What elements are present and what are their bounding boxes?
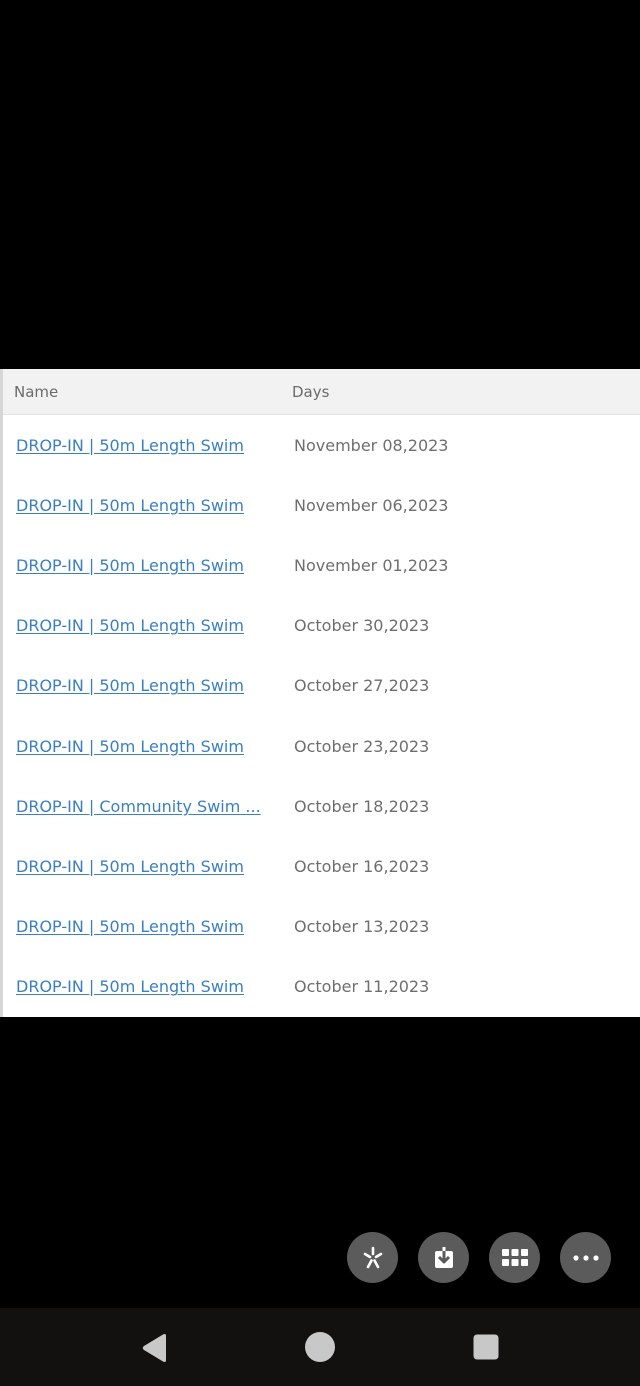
column-header-days[interactable]: Days: [292, 383, 329, 401]
name-cell: DROP-IN | 50m Length Swim: [3, 616, 294, 635]
date-cell: November 01,2023: [294, 555, 449, 575]
recents-button[interactable]: [472, 1333, 500, 1361]
activity-link[interactable]: DROP-IN | 50m Length Swim: [16, 616, 244, 635]
activity-link[interactable]: DROP-IN | 50m Length Swim: [16, 917, 244, 936]
table-row: DROP-IN | Community Swim ... October 18,…: [3, 776, 640, 836]
grid-button[interactable]: [489, 1232, 540, 1283]
table-row: DROP-IN | 50m Length Swim October 11,202…: [3, 957, 640, 1017]
activity-link[interactable]: DROP-IN | 50m Length Swim: [16, 556, 244, 575]
name-cell: DROP-IN | 50m Length Swim: [3, 857, 294, 876]
more-button[interactable]: [560, 1232, 611, 1283]
table-row: DROP-IN | 50m Length Swim October 13,202…: [3, 897, 640, 957]
name-cell: DROP-IN | 50m Length Swim: [3, 496, 294, 515]
download-icon: [434, 1246, 453, 1268]
table-header: Name Days: [3, 369, 640, 415]
floating-action-bar: [347, 1232, 611, 1283]
recents-square-icon: [473, 1334, 499, 1360]
activity-link[interactable]: DROP-IN | 50m Length Swim: [16, 977, 244, 996]
date-cell: October 16,2023: [294, 856, 430, 876]
table-row: DROP-IN | 50m Length Swim November 01,20…: [3, 535, 640, 595]
date-cell: October 23,2023: [294, 736, 430, 756]
sparkle-icon: [363, 1246, 382, 1268]
home-circle-icon: [305, 1332, 335, 1362]
table-row: DROP-IN | 50m Length Swim November 06,20…: [3, 475, 640, 535]
name-cell: DROP-IN | Community Swim ...: [3, 797, 294, 816]
date-cell: November 08,2023: [294, 435, 449, 455]
table-row: DROP-IN | 50m Length Swim October 23,202…: [3, 716, 640, 776]
name-cell: DROP-IN | 50m Length Swim: [3, 556, 294, 575]
date-cell: October 13,2023: [294, 917, 430, 937]
home-button[interactable]: [304, 1331, 336, 1363]
name-cell: DROP-IN | 50m Length Swim: [3, 977, 294, 996]
back-button[interactable]: [138, 1332, 170, 1364]
activity-link[interactable]: DROP-IN | 50m Length Swim: [16, 737, 244, 756]
date-cell: October 27,2023: [294, 676, 430, 696]
name-cell: DROP-IN | 50m Length Swim: [3, 737, 294, 756]
back-triangle-icon: [142, 1334, 166, 1362]
activity-link[interactable]: DROP-IN | 50m Length Swim: [16, 676, 244, 695]
activity-link[interactable]: DROP-IN | 50m Length Swim: [16, 436, 244, 455]
table-row: DROP-IN | 50m Length Swim October 16,202…: [3, 836, 640, 896]
name-cell: DROP-IN | 50m Length Swim: [3, 917, 294, 936]
table-row: DROP-IN | 50m Length Swim November 08,20…: [3, 415, 640, 475]
name-cell: DROP-IN | 50m Length Swim: [3, 436, 294, 455]
table-row: DROP-IN | 50m Length Swim October 27,202…: [3, 656, 640, 716]
system-navigation-bar: [0, 1308, 640, 1386]
download-button[interactable]: [418, 1232, 469, 1283]
date-cell: November 06,2023: [294, 495, 449, 515]
column-header-name[interactable]: Name: [3, 383, 292, 401]
activity-link[interactable]: DROP-IN | Community Swim ...: [16, 797, 261, 816]
more-horizontal-icon: [572, 1254, 599, 1261]
activity-link[interactable]: DROP-IN | 50m Length Swim: [16, 857, 244, 876]
date-cell: October 11,2023: [294, 977, 430, 997]
grid-icon: [501, 1248, 528, 1266]
activity-link[interactable]: DROP-IN | 50m Length Swim: [16, 496, 244, 515]
name-cell: DROP-IN | 50m Length Swim: [3, 676, 294, 695]
sparkle-button[interactable]: [347, 1232, 398, 1283]
date-cell: October 18,2023: [294, 796, 430, 816]
schedule-table: Name Days DROP-IN | 50m Length Swim Nove…: [0, 369, 640, 1017]
date-cell: October 30,2023: [294, 616, 430, 636]
table-row: DROP-IN | 50m Length Swim October 30,202…: [3, 596, 640, 656]
